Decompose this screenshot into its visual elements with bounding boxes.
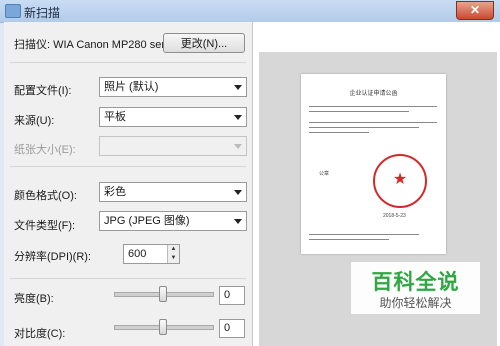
watermark-logo: 百科全说 助你轻松解决 (351, 262, 480, 314)
scanner-app-icon (5, 4, 21, 18)
file-type-value: JPG (JPEG 图像) (104, 215, 190, 227)
document-date: 2018-5-23 (383, 213, 406, 219)
star-icon: ★ (392, 171, 408, 188)
stepper-up-icon[interactable]: ▲ (168, 245, 179, 254)
profile-label: 配置文件(I): (14, 85, 72, 97)
source-label: 来源(U): (14, 115, 55, 127)
text-line (309, 111, 409, 112)
resolution-stepper[interactable]: 600 ▲ ▼ (123, 244, 180, 264)
file-type-label: 文件类型(F): (14, 220, 76, 232)
scanned-document: 企业认证申请公函 ★ 公章 2018-5-23 (301, 74, 446, 254)
brightness-label: 亮度(B): (14, 293, 54, 305)
watermark-title: 百科全说 (371, 271, 460, 294)
separator (10, 278, 246, 279)
text-line (309, 239, 389, 240)
separator (10, 62, 246, 63)
chevron-down-icon (234, 144, 242, 149)
resolution-value: 600 (128, 248, 147, 260)
brightness-input[interactable]: 0 (219, 286, 245, 305)
close-button[interactable]: ✕ (456, 1, 494, 20)
text-line (309, 127, 419, 128)
chevron-down-icon (234, 115, 242, 120)
window-title: 新扫描 (24, 6, 61, 20)
separator (10, 166, 246, 167)
document-signature: 公章 (319, 171, 330, 177)
change-scanner-button[interactable]: 更改(N)... (163, 33, 245, 53)
resolution-label: 分辨率(DPI)(R): (14, 251, 91, 263)
profile-value: 照片 (默认) (104, 81, 159, 93)
text-line (309, 106, 437, 107)
scanner-label: 扫描仪: WIA Canon MP280 ser (14, 39, 165, 51)
paper-size-select[interactable] (99, 136, 247, 156)
text-line (309, 122, 437, 123)
contrast-input[interactable]: 0 (219, 319, 245, 338)
stepper-down-icon[interactable]: ▼ (168, 254, 179, 263)
brightness-slider-thumb[interactable] (159, 286, 167, 302)
title-bar: 新扫描 ✕ (0, 0, 500, 23)
color-format-value: 彩色 (104, 186, 126, 198)
company-seal: ★ (373, 154, 427, 208)
color-format-label: 颜色格式(O): (14, 190, 77, 202)
document-title: 企业认证申请公函 (349, 91, 398, 97)
color-format-select[interactable]: 彩色 (99, 182, 247, 202)
stepper-buttons[interactable]: ▲ ▼ (167, 245, 179, 263)
preview-panel: 企业认证申请公函 ★ 公章 2018-5-23 百科全说 助你轻松解决 (253, 22, 500, 346)
text-line (309, 132, 369, 133)
source-value: 平板 (104, 111, 126, 123)
paper-size-label: 纸张大小(E): (14, 144, 76, 156)
file-type-select[interactable]: JPG (JPEG 图像) (99, 211, 247, 231)
chevron-down-icon (234, 190, 242, 195)
settings-panel: 扫描仪: WIA Canon MP280 ser 更改(N)... 配置文件(I… (4, 22, 253, 346)
watermark-subtitle: 助你轻松解决 (379, 296, 452, 310)
chevron-down-icon (234, 85, 242, 90)
source-select[interactable]: 平板 (99, 107, 247, 127)
contrast-label: 对比度(C): (14, 328, 66, 340)
text-line (309, 234, 419, 235)
chevron-down-icon (234, 219, 242, 224)
contrast-slider-thumb[interactable] (159, 319, 167, 335)
profile-select[interactable]: 照片 (默认) (99, 77, 247, 97)
